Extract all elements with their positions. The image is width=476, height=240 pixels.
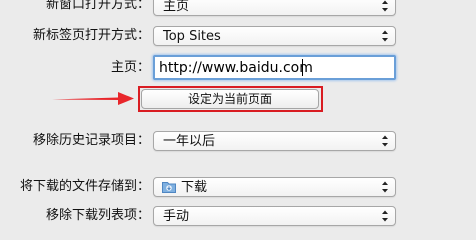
new-window-popup[interactable]: 主页: [153, 0, 396, 16]
popup-arrows-icon: [382, 210, 388, 222]
remove-history-popup[interactable]: 一年以后: [153, 131, 396, 151]
set-current-page-button[interactable]: 设定为当前页面: [141, 89, 319, 109]
new-window-value: 主页: [163, 0, 190, 14]
remove-history-value: 一年以后: [163, 134, 216, 149]
popup-arrows-icon: [382, 30, 388, 42]
popup-arrows-icon: [382, 181, 388, 193]
homepage-field[interactable]: http://www.baidu.com: [153, 55, 396, 80]
save-downloads-value: 下载: [181, 180, 208, 195]
remove-downloads-value: 手动: [163, 209, 190, 224]
homepage-value: http://www.baidu.com: [159, 60, 313, 76]
popup-arrows-icon: [382, 0, 388, 12]
save-downloads-label: 将下载的文件存储到：: [19, 179, 150, 194]
new-tab-label: 新标签页打开方式：: [32, 28, 150, 43]
new-tab-value: Top Sites: [163, 29, 221, 44]
remove-downloads-popup[interactable]: 手动: [153, 206, 396, 226]
text-caret: [302, 59, 303, 76]
red-arrow-annotation: [52, 92, 134, 105]
new-window-label: 新窗口打开方式：: [45, 0, 150, 12]
popup-arrows-icon: [382, 135, 388, 147]
remove-history-label: 移除历史记录项目：: [32, 133, 150, 148]
remove-downloads-label: 移除下载列表项：: [45, 208, 150, 223]
new-tab-popup[interactable]: Top Sites: [153, 26, 396, 46]
save-downloads-popup[interactable]: 下载: [153, 177, 396, 197]
downloads-folder-icon: [162, 182, 176, 193]
homepage-label: 主页：: [110, 60, 150, 75]
